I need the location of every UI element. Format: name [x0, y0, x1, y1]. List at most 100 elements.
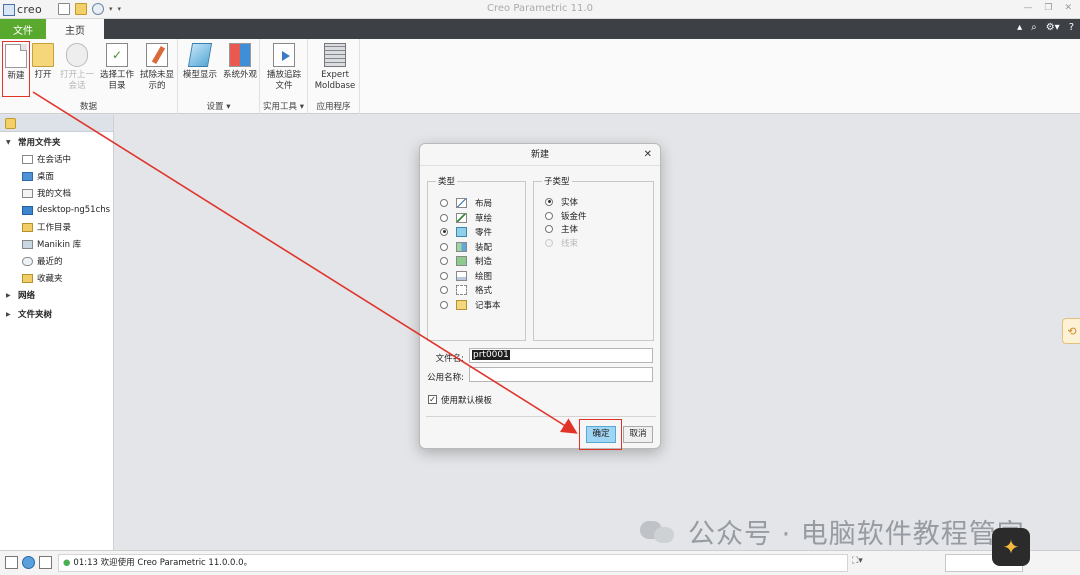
new-document-icon [5, 44, 27, 68]
previous-session-icon [66, 43, 88, 67]
minimize-button[interactable]: — [1023, 3, 1032, 13]
open-previous-session-button[interactable]: 打开上一会话 [58, 41, 96, 97]
group-label-settings[interactable]: 设置 ▾ [178, 100, 259, 112]
type-option-assembly[interactable]: 装配 [440, 240, 492, 253]
file-name-input[interactable]: prt0001 [469, 348, 653, 363]
settings-icon[interactable]: ⚙▾ [1046, 22, 1060, 33]
subtype-option-solid[interactable]: 实体 [545, 195, 578, 208]
radio-button[interactable] [440, 256, 448, 265]
window-title: Creo Parametric 11.0 [487, 3, 593, 14]
ok-button-highlight [579, 419, 622, 450]
radio-button[interactable] [440, 213, 448, 222]
erase-icon [146, 43, 168, 67]
message-area: ● 01:13 欢迎使用 Creo Parametric 11.0.0.0。 [58, 554, 848, 572]
open-button[interactable]: 打开 [28, 41, 58, 97]
play-trail-file-button[interactable]: 播放追踪文件 [264, 41, 304, 97]
nav-item-manikin-library[interactable]: Manikin 库 [0, 237, 81, 251]
expert-moldbase-button[interactable]: Expert Moldbase [312, 41, 358, 97]
nav-item-desktop[interactable]: 桌面 [0, 169, 54, 183]
radio-button[interactable] [440, 300, 448, 309]
browser-toggle-icon[interactable] [22, 556, 35, 569]
maximize-button[interactable]: ❐ [1044, 3, 1052, 13]
select-working-directory-button[interactable]: 选择工作目录 [98, 41, 136, 97]
sketch-icon [456, 212, 467, 223]
subtype-option-body[interactable]: 主体 [545, 222, 578, 235]
watermark-badge-icon: ✦ [992, 528, 1030, 566]
radio-button[interactable] [440, 271, 448, 280]
erase-not-displayed-button[interactable]: 拭除未显示的 [138, 41, 176, 97]
help-icon[interactable]: ? [1069, 22, 1074, 33]
tab-home[interactable]: 主页 [46, 19, 104, 39]
ribbon-right-icons: ▴ ⌕ ⚙▾ ? [1017, 22, 1074, 33]
close-button[interactable]: ✕ [1064, 3, 1072, 13]
subtype-option-harness: 线束 [545, 236, 578, 249]
new-file-dialog: 新建 ✕ 类型 布局 草绘 零件 装配 制造 绘图 格式 记事本 子类型 实体 [419, 143, 661, 450]
ribbon: 新建 打开 打开上一会话 选择工作目录 拭除未显示的 数据 模型显示 系统外观 … [0, 39, 1080, 114]
use-default-template-checkbox[interactable]: ✓ [428, 395, 437, 404]
network-node[interactable]: ▶ 网络 [0, 288, 35, 302]
group-label-utilities[interactable]: 实用工具 ▾ [260, 100, 307, 112]
radio-button[interactable] [440, 242, 448, 251]
search-icon[interactable]: ⌕ [1031, 22, 1037, 33]
title-bar: creo ▾ ▾ Creo Parametric 11.0 — ❐ ✕ [0, 0, 1080, 19]
type-option-drawing[interactable]: 绘图 [440, 269, 492, 282]
nav-item-working-directory[interactable]: 工作目录 [0, 220, 71, 234]
nav-item-computer[interactable]: desktop-ng51chs [0, 203, 110, 217]
collapsed-triangle-icon: ▶ [6, 310, 11, 318]
working-directory-folder-icon [22, 222, 33, 232]
side-panel-toggle-icon[interactable]: ⟲ [1062, 318, 1080, 344]
type-option-part[interactable]: 零件 [440, 225, 492, 238]
status-message: 01:13 欢迎使用 Creo Parametric 11.0.0.0。 [73, 558, 253, 568]
desktop-icon [22, 171, 33, 181]
nav-item-in-session[interactable]: 在会话中 [0, 152, 71, 166]
common-folders-node[interactable]: ▼ 常用文件夹 [0, 135, 61, 149]
folder-browser-icon[interactable] [5, 118, 16, 129]
dialog-close-icon[interactable]: ✕ [644, 149, 652, 160]
radio-button[interactable] [545, 224, 553, 233]
group-label-data: 数据 [79, 102, 97, 112]
radio-button-selected[interactable] [440, 227, 448, 236]
type-group: 类型 布局 草绘 零件 装配 制造 绘图 格式 记事本 [427, 175, 526, 341]
folder-tree-node[interactable]: ▶ 文件夹树 [0, 307, 52, 321]
system-appearance-icon [229, 43, 251, 67]
cancel-button[interactable]: 取消 [623, 426, 653, 443]
type-option-manufacturing[interactable]: 制造 [440, 254, 492, 267]
collapsed-triangle-icon: ▶ [6, 291, 11, 299]
tab-file[interactable]: 文件 [0, 19, 46, 39]
type-option-sketch[interactable]: 草绘 [440, 211, 492, 224]
model-display-icon [187, 43, 213, 67]
recent-clock-icon [22, 256, 33, 266]
nav-item-documents[interactable]: 我的文档 [0, 186, 71, 200]
file-name-label: 文件名: [435, 354, 464, 364]
group-utilities: 播放追踪文件 实用工具 ▾ [260, 39, 308, 114]
watermark: 公众号 · 电脑软件教程管家 [640, 512, 1025, 551]
subtype-legend: 子类型 [542, 175, 572, 187]
session-icon [22, 154, 33, 164]
model-display-button[interactable]: 模型显示 [180, 41, 220, 97]
nav-item-favorites[interactable]: 收藏夹 [0, 271, 63, 285]
subtype-option-sheetmetal[interactable]: 钣金件 [545, 209, 587, 222]
radio-button[interactable] [545, 211, 553, 220]
manikin-icon [22, 239, 33, 249]
radio-button[interactable] [440, 285, 448, 294]
type-option-layout[interactable]: 布局 [440, 196, 492, 209]
favorites-icon [22, 273, 33, 283]
type-option-notebook[interactable]: 记事本 [440, 298, 501, 311]
assembly-icon [456, 241, 467, 252]
new-button[interactable]: 新建 [2, 41, 30, 97]
collapse-ribbon-icon[interactable]: ▴ [1017, 22, 1022, 33]
nav-item-recent[interactable]: 最近的 [0, 254, 63, 268]
find-binoculars-icon[interactable]: ⛶▾ [852, 556, 863, 566]
format-icon [456, 284, 467, 295]
expanded-triangle-icon: ▼ [6, 138, 11, 146]
common-name-input[interactable] [469, 367, 653, 382]
open-folder-icon [32, 43, 54, 67]
radio-button-selected[interactable] [545, 197, 553, 206]
radio-button[interactable] [440, 198, 448, 207]
system-appearance-button[interactable]: 系统外观 [220, 41, 260, 97]
file-name-value: prt0001 [472, 350, 510, 360]
fullscreen-toggle-icon[interactable] [39, 556, 52, 569]
type-option-format[interactable]: 格式 [440, 283, 492, 296]
navigator-toggle-icon[interactable] [5, 556, 18, 569]
computer-icon [22, 205, 33, 215]
